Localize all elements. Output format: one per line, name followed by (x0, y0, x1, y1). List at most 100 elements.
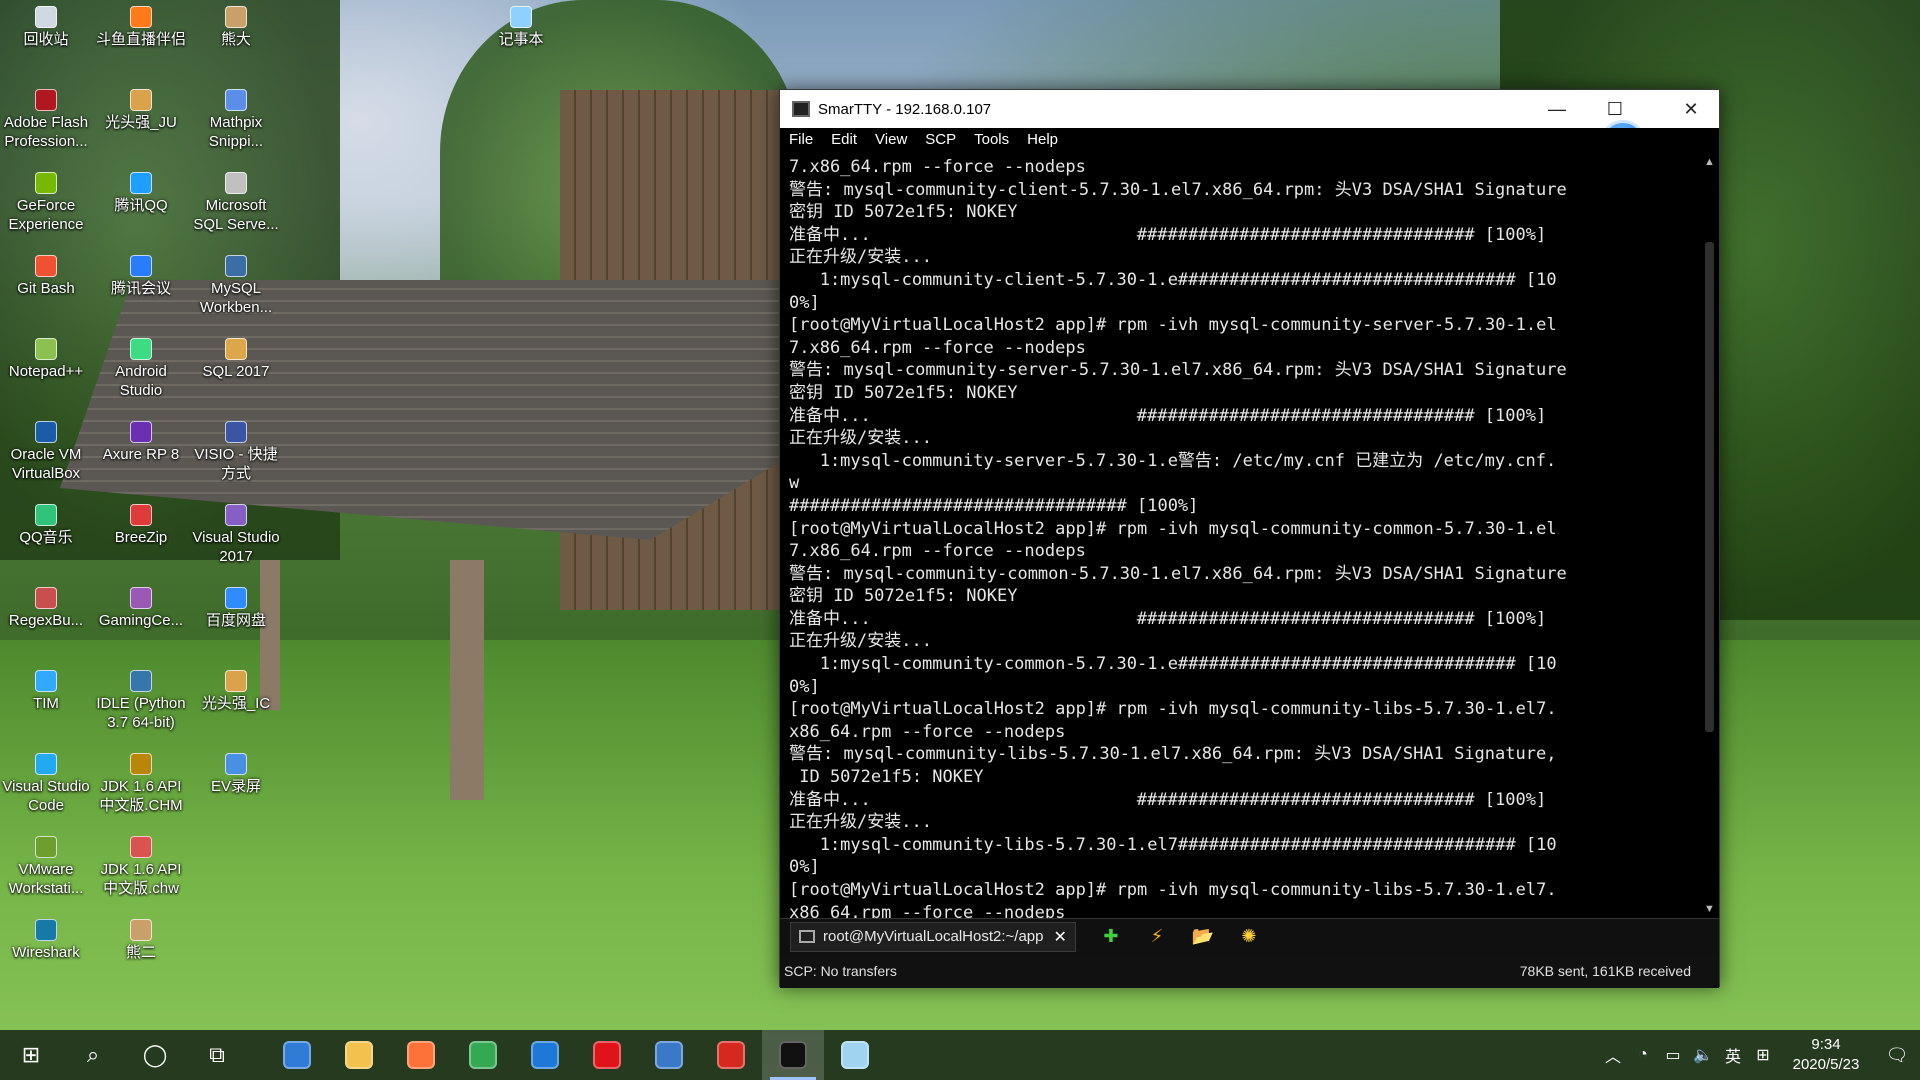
ime-language-indicator[interactable]: 英 (1718, 1043, 1748, 1067)
desktop-icon[interactable]: BreeZip (95, 504, 187, 547)
task-view-icon[interactable]: ⧉ (186, 1030, 248, 1080)
desktop-icon[interactable]: EV录屏 (190, 753, 282, 796)
close-button[interactable]: ✕ (1662, 90, 1720, 128)
desktop-icon[interactable]: Microsoft SQL Serve... (190, 172, 282, 234)
desktop-icon[interactable]: QQ音乐 (0, 504, 92, 547)
desktop-icon[interactable]: IDLE (Python 3.7 64-bit) (95, 670, 187, 732)
status-bar: SCP: No transfers 78KB sent, 161KB recei… (780, 954, 1719, 988)
taskbar: ⊞ ⌕ ◯ ⧉ ︿ ◔ ▭ 🔈 英 ⊞ 9:34 2020/5/23 🗨 (0, 1030, 1920, 1080)
desktop-icon[interactable]: 腾讯QQ (95, 172, 187, 215)
window-titlebar[interactable]: SmarTTY - 192.168.0.107 — ☐ ✕ (780, 90, 1719, 128)
taskbar-app-opera[interactable] (576, 1030, 638, 1080)
taskbar-app-virtualbox[interactable] (638, 1030, 700, 1080)
menu-edit[interactable]: Edit (822, 128, 866, 152)
battery-icon[interactable]: ▭ (1658, 1045, 1688, 1065)
menu-scp[interactable]: SCP (916, 128, 965, 152)
opera-icon (593, 1041, 621, 1069)
desktop-icon[interactable]: Wireshark (0, 919, 92, 962)
network-icon[interactable]: ◔ (1628, 1046, 1658, 1064)
scroll-down-arrow-icon[interactable]: ▼ (1700, 899, 1719, 918)
taskbar-app-notepad[interactable] (824, 1030, 886, 1080)
close-tab-icon[interactable]: ✕ (1053, 927, 1066, 947)
ime-mode-icon[interactable]: ⊞ (1748, 1045, 1778, 1065)
desktop-icon-label: GamingCe... (98, 612, 184, 629)
windows-start-icon[interactable]: ⊞ (0, 1030, 62, 1080)
desktop-icon[interactable]: 光头强_IC (190, 670, 282, 713)
minimize-button[interactable]: — (1528, 90, 1586, 128)
smartty-window[interactable]: SmarTTY - 192.168.0.107 — ☐ ✕ 04:38 File… (779, 89, 1720, 988)
desktop-icon[interactable]: GamingCe... (95, 587, 187, 630)
terminal-line: 正在升级/安装... (789, 247, 932, 268)
desktop-icon[interactable]: 记事本 (475, 6, 567, 49)
desktop-icon-label: GeForce Experience (8, 197, 84, 233)
taskbar-app-smartty-terminal[interactable] (762, 1030, 824, 1080)
desktop-icon-label: IDLE (Python 3.7 64-bit) (96, 695, 186, 731)
desktop-icon[interactable]: JDK 1.6 API 中文版.CHM (95, 753, 187, 815)
taskbar-app-smartty-red[interactable] (700, 1030, 762, 1080)
desktop-icon[interactable]: 熊二 (95, 919, 187, 962)
desktop-icon[interactable]: TIM (0, 670, 92, 713)
desktop-icon[interactable]: Adobe Flash Profession... (0, 89, 92, 151)
menu-tools[interactable]: Tools (965, 128, 1018, 152)
terminal-line: 警告: mysql-community-server-5.7.30-1.el7.… (789, 360, 1567, 381)
desktop-icon-label: 腾讯会议 (110, 280, 171, 297)
desktop-icon[interactable]: MySQL Workben... (190, 255, 282, 317)
terminal-line: x86_64.rpm --force --nodeps (789, 721, 1066, 742)
desktop-icon[interactable]: RegexBu... (0, 587, 92, 630)
menu-view[interactable]: View (866, 128, 916, 152)
desktop-icon[interactable]: VISIO - 快捷方式 (190, 421, 282, 483)
terminal-line: 1:mysql-community-server-5.7.30-1.e警告: /… (789, 450, 1557, 471)
taskbar-clock[interactable]: 9:34 2020/5/23 (1778, 1035, 1874, 1075)
taskbar-app-store[interactable] (266, 1030, 328, 1080)
terminal-scrollbar[interactable]: ▲ ▼ (1700, 152, 1719, 918)
desktop-icon[interactable]: Android Studio (95, 338, 187, 400)
search-icon[interactable]: ⌕ (62, 1030, 124, 1080)
desktop-icon[interactable]: 斗鱼直播伴侣 (95, 6, 187, 49)
session-tab[interactable]: root@MyVirtualLocalHost2:~/app ✕ (790, 921, 1076, 952)
taskbar-app-firefox[interactable] (390, 1030, 452, 1080)
app-shortcut-icon (510, 6, 532, 28)
desktop-icon-label: 百度网盘 (205, 612, 266, 629)
desktop-icon[interactable]: Oracle VM VirtualBox (0, 421, 92, 483)
desktop-icon[interactable]: SQL 2017 (190, 338, 282, 381)
desktop-icon[interactable]: Visual Studio Code (0, 753, 92, 815)
desktop-icon[interactable]: JDK 1.6 API 中文版.chw (95, 836, 187, 898)
desktop-icon[interactable]: Visual Studio 2017 (190, 504, 282, 566)
scroll-up-arrow-icon[interactable]: ▲ (1700, 152, 1719, 171)
menu-help[interactable]: Help (1018, 128, 1067, 152)
scrollbar-thumb[interactable] (1705, 242, 1714, 732)
cortana-circle-icon[interactable]: ◯ (124, 1030, 186, 1080)
terminal-line: 准备中... #################################… (789, 789, 1547, 810)
menu-file[interactable]: File (780, 128, 822, 152)
desktop-icon-label: 腾讯QQ (114, 197, 168, 214)
desktop-icon[interactable]: 光头强_JU (95, 89, 187, 132)
desktop-icon[interactable]: 熊大 (190, 6, 282, 49)
new-session-plus-icon[interactable]: ✚ (1100, 926, 1122, 948)
notification-center-icon[interactable]: 🗨 (1874, 1045, 1920, 1066)
desktop-icon-label: Mathpix Snippi... (208, 114, 264, 150)
lightning-icon[interactable]: ⚡ (1146, 926, 1168, 948)
desktop-icon[interactable]: GeForce Experience (0, 172, 92, 234)
taskbar-app-file-explorer[interactable] (328, 1030, 390, 1080)
terminal-line: [root@MyVirtualLocalHost2 app]# rpm -ivh… (789, 315, 1557, 336)
terminal-output[interactable]: 7.x86_64.rpm --force --nodeps 警告: mysql-c… (780, 152, 1702, 918)
desktop-icon[interactable]: VMware Workstati... (0, 836, 92, 898)
desktop-icon[interactable]: 百度网盘 (190, 587, 282, 630)
desktop-icon[interactable]: 回收站 (0, 6, 92, 49)
folder-open-icon[interactable]: 📂 (1192, 926, 1214, 948)
volume-icon[interactable]: 🔈 (1688, 1045, 1718, 1065)
terminal-line: x86_64.rpm --force --nodeps (789, 902, 1066, 918)
chevron-up-icon[interactable]: ︿ (1598, 1043, 1628, 1067)
desktop-icon[interactable]: Notepad++ (0, 338, 92, 381)
session-tab-label: root@MyVirtualLocalHost2:~/app (823, 928, 1044, 945)
taskbar-app-chrome[interactable] (452, 1030, 514, 1080)
desktop-icon[interactable]: Axure RP 8 (95, 421, 187, 464)
terminal-line: 1:mysql-community-common-5.7.30-1.e#####… (789, 654, 1557, 675)
settings-sun-icon[interactable]: ✺ (1238, 926, 1260, 948)
desktop-icon[interactable]: 腾讯会议 (95, 255, 187, 298)
desktop-icon[interactable]: Mathpix Snippi... (190, 89, 282, 151)
taskbar-app-edge[interactable] (514, 1030, 576, 1080)
terminal-line: 密钥 ID 5072e1f5: NOKEY (789, 202, 1018, 223)
desktop-icon[interactable]: Git Bash (0, 255, 92, 298)
terminal-line: 7.x86_64.rpm --force --nodeps (789, 337, 1086, 358)
